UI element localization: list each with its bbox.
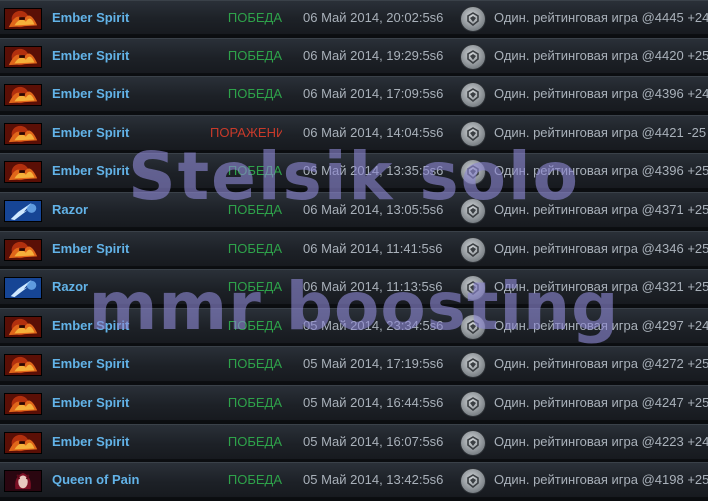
- hero-name: Ember Spirit: [52, 433, 130, 449]
- ember-spirit-portrait: [4, 45, 42, 68]
- match-date: 05 Май 2014, 17:19:5s6: [303, 356, 444, 372]
- match-mode-mmr: Один. рейтинговая игра @4396 +24: [494, 86, 708, 102]
- ember-spirit-portrait: [4, 315, 42, 338]
- match-row[interactable]: Razor ПОБЕДА 06 Май 2014, 11:13:5s6 Один. р…: [0, 269, 708, 306]
- ranked-matchmaking-icon: [461, 7, 485, 31]
- hero-name: Ember Spirit: [52, 240, 130, 256]
- razor-portrait: [4, 277, 42, 300]
- match-result: ПОБЕДА: [227, 317, 282, 333]
- hero-name: Ember Spirit: [52, 47, 130, 63]
- match-mode-mmr: Один. рейтинговая игра @4297 +24: [494, 317, 708, 333]
- ranked-matchmaking-icon: [461, 469, 485, 494]
- ember-spirit-portrait: [4, 161, 42, 184]
- match-date: 06 Май 2014, 19:29:5s6: [303, 47, 444, 63]
- match-row[interactable]: Ember Spirit ПОБЕДА 06 Май 2014, 13:35:5s6…: [0, 153, 708, 190]
- match-row[interactable]: Ember Spirit ПОБЕДА 05 Май 2014, 23:34:5s6…: [0, 307, 708, 344]
- ember-spirit-portrait: [4, 238, 42, 261]
- match-row[interactable]: Razor ПОБЕДА 06 Май 2014, 13:05:5s6 Один. р…: [0, 191, 708, 228]
- ember-spirit-portrait: [4, 84, 42, 107]
- match-row[interactable]: Ember Spirit ПОБЕДА 06 Май 2014, 11:41:5s6…: [0, 230, 708, 267]
- match-mode-mmr: Один. рейтинговая игра @4346 +25: [494, 240, 708, 256]
- match-mode-mmr: Один. рейтинговая игра @4371 +25: [494, 201, 708, 217]
- match-history-list: Ember Spirit ПОБЕДА 06 Май 2014, 20:02:5s6…: [0, 0, 708, 501]
- match-row[interactable]: Ember Spirit ПОБЕДА 05 Май 2014, 16:44:5s6…: [0, 384, 708, 421]
- hero-name: Ember Spirit: [52, 124, 130, 140]
- hero-name: Ember Spirit: [52, 317, 130, 333]
- ranked-matchmaking-icon: [461, 237, 485, 262]
- ranked-matchmaking-icon: [461, 391, 485, 416]
- match-row[interactable]: Ember Spirit ПОБЕДА 05 Май 2014, 16:07:5s6…: [0, 423, 708, 460]
- match-row[interactable]: Ember Spirit ПОБЕДА 05 Май 2014, 17:19:5s6…: [0, 346, 708, 383]
- hero-name: Razor: [52, 279, 89, 295]
- match-result: ПОБЕДА: [227, 472, 282, 488]
- match-result: ПОБЕДА: [227, 394, 282, 410]
- match-result: ПОБЕДА: [227, 163, 282, 179]
- match-result: ПОБЕДА: [227, 10, 282, 25]
- ranked-matchmaking-icon: [461, 121, 485, 146]
- match-date: 05 Май 2014, 13:42:5s6: [303, 472, 444, 488]
- razor-portrait: [4, 199, 42, 222]
- match-mode-mmr: Один. рейтинговая игра @4321 +25: [494, 279, 708, 295]
- ranked-matchmaking-icon: [461, 83, 485, 108]
- ranked-matchmaking-icon: [461, 44, 485, 69]
- match-date: 06 Май 2014, 11:13:5s6: [303, 279, 443, 295]
- hero-name: Ember Spirit: [52, 10, 130, 25]
- match-row[interactable]: Ember Spirit ПОБЕДА 06 Май 2014, 19:29:5s6…: [0, 37, 708, 74]
- hero-name: Ember Spirit: [52, 163, 130, 179]
- match-row[interactable]: Ember Spirit ПОБЕДА 06 Май 2014, 17:09:5s6…: [0, 76, 708, 113]
- match-mode-mmr: Один. рейтинговая игра @4420 +25: [494, 47, 708, 63]
- match-date: 06 Май 2014, 17:09:5s6: [303, 86, 444, 102]
- match-mode-mmr: Один. рейтинговая игра @4247 +25: [494, 394, 708, 410]
- ranked-matchmaking-icon: [461, 314, 485, 339]
- match-date: 05 Май 2014, 16:07:5s6: [303, 433, 444, 449]
- match-date: 06 Май 2014, 20:02:5s6: [303, 10, 444, 25]
- ember-spirit-portrait: [4, 392, 42, 415]
- match-result: ПОРАЖЕНИ: [210, 124, 282, 140]
- ranked-matchmaking-icon: [461, 276, 485, 301]
- ranked-matchmaking-icon: [461, 160, 485, 185]
- ember-spirit-portrait: [4, 8, 42, 30]
- match-mode-mmr: Один. рейтинговая игра @4445 +24: [494, 10, 708, 25]
- ember-spirit-portrait: [4, 431, 42, 454]
- ember-spirit-portrait: [4, 354, 42, 377]
- hero-name: Razor: [52, 201, 89, 217]
- ranked-matchmaking-icon: [461, 353, 485, 378]
- match-result: ПОБЕДА: [227, 86, 282, 102]
- ranked-matchmaking-icon: [461, 430, 485, 455]
- match-mode-mmr: Один. рейтинговая игра @4198 +25: [494, 472, 708, 488]
- ranked-matchmaking-icon: [461, 198, 485, 223]
- match-date: 05 Май 2014, 23:34:5s6: [303, 317, 444, 333]
- match-mode-mmr: Один. рейтинговая игра @4421 -25: [494, 124, 707, 140]
- match-mode-mmr: Один. рейтинговая игра @4272 +25: [494, 356, 708, 372]
- match-row[interactable]: Queen of Pain ПОБЕДА 05 Май 2014, 13:42:5s…: [0, 462, 708, 499]
- match-result: ПОБЕДА: [227, 201, 282, 217]
- match-result: ПОБЕДА: [227, 47, 282, 63]
- hero-name: Ember Spirit: [52, 394, 130, 410]
- queen-of-pain-portrait: [4, 470, 42, 493]
- match-mode-mmr: Один. рейтинговая игра @4396 +25: [494, 163, 708, 179]
- hero-name: Ember Spirit: [52, 86, 130, 102]
- match-date: 06 Май 2014, 11:41:5s6: [303, 240, 443, 256]
- match-result: ПОБЕДА: [227, 279, 282, 295]
- match-date: 05 Май 2014, 16:44:5s6: [303, 394, 444, 410]
- match-result: ПОБЕДА: [227, 356, 282, 372]
- hero-name: Queen of Pain: [52, 472, 140, 488]
- match-date: 06 Май 2014, 13:35:5s6: [303, 163, 444, 179]
- match-date: 06 Май 2014, 14:04:5s6: [303, 124, 444, 140]
- match-row[interactable]: Ember Spirit ПОБЕДА 06 Май 2014, 20:02:5s6…: [0, 0, 708, 35]
- match-result: ПОБЕДА: [227, 433, 282, 449]
- match-row[interactable]: Ember Spirit ПОРАЖЕНИ 06 Май 2014, 14:04:5…: [0, 114, 708, 151]
- match-result: ПОБЕДА: [227, 240, 282, 256]
- match-date: 06 Май 2014, 13:05:5s6: [303, 201, 444, 217]
- hero-name: Ember Spirit: [52, 356, 130, 372]
- match-mode-mmr: Один. рейтинговая игра @4223 +24: [494, 433, 708, 449]
- ember-spirit-portrait: [4, 122, 42, 145]
